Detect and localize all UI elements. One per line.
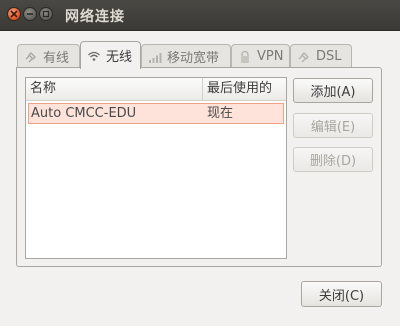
- lock-icon: [241, 50, 249, 63]
- dsl-icon: [298, 51, 309, 62]
- close-icon: [10, 10, 18, 18]
- tab-vpn[interactable]: VPN: [231, 44, 290, 68]
- add-button[interactable]: 添加(A): [293, 78, 373, 103]
- column-header-last-used[interactable]: 最后使用的: [203, 78, 286, 100]
- tab-wireless[interactable]: 无线: [80, 41, 141, 69]
- connection-last-used: 现在: [207, 106, 234, 121]
- tab-dsl[interactable]: DSL: [290, 44, 352, 68]
- window-close-button[interactable]: [7, 7, 21, 21]
- connection-list[interactable]: 名称 最后使用的 Auto CMCC-EDU 现在: [25, 77, 287, 259]
- window-title: 网络连接: [65, 9, 125, 25]
- delete-button[interactable]: 删除(D): [293, 147, 373, 172]
- maximize-icon: [42, 10, 50, 18]
- tab-wired[interactable]: 有线: [17, 44, 80, 68]
- edit-button[interactable]: 编辑(E): [293, 113, 373, 138]
- wifi-icon: [88, 51, 100, 61]
- minimize-icon: [27, 13, 33, 15]
- tab-label: 移动宽带: [167, 51, 220, 66]
- tab-label: VPN: [257, 49, 284, 64]
- tab-label: 有线: [43, 51, 70, 66]
- tab-label: 无线: [106, 50, 133, 65]
- column-header-name[interactable]: 名称: [26, 78, 203, 100]
- title-bar: 网络连接: [0, 0, 400, 31]
- connection-name: Auto CMCC-EDU: [31, 106, 137, 121]
- tab-label: DSL: [316, 49, 342, 64]
- window-maximize-button[interactable]: [39, 7, 53, 21]
- list-header: 名称 最后使用的: [26, 78, 286, 101]
- tab-mobile-broadband[interactable]: 移动宽带: [141, 44, 231, 68]
- wired-icon: [25, 51, 36, 62]
- table-row[interactable]: Auto CMCC-EDU 现在: [28, 103, 284, 124]
- signal-bars-icon: [149, 52, 162, 63]
- close-button[interactable]: 关闭(C): [301, 281, 382, 307]
- window-minimize-button[interactable]: [23, 7, 37, 21]
